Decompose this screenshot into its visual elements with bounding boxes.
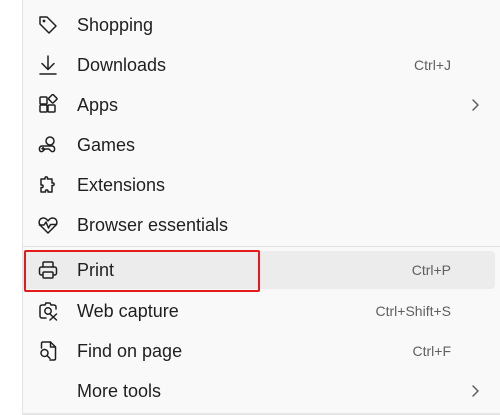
printer-icon [37, 259, 59, 281]
menu-item-apps[interactable]: Apps [23, 85, 500, 125]
menu-item-label: Browser essentials [77, 215, 229, 235]
shortcut-text: Ctrl+Shift+S [375, 303, 451, 319]
puzzle-icon [37, 174, 59, 196]
find-page-icon [37, 340, 59, 362]
menu-item-web-capture[interactable]: Web capture Ctrl+Shift+S [23, 291, 500, 331]
shortcut-text: Ctrl+F [412, 343, 452, 359]
menu-item-label: Games [77, 135, 136, 155]
tag-icon [37, 14, 59, 36]
menu-item-more-tools[interactable]: More tools [23, 371, 500, 411]
menu-item-label: Shopping [77, 15, 154, 35]
menu-divider [23, 246, 500, 247]
menu-item-games[interactable]: Games [23, 125, 500, 165]
shortcut-text: Ctrl+J [414, 57, 451, 73]
menu-item-label: Web capture [77, 301, 179, 321]
chevron-right-icon [469, 97, 481, 113]
heart-pulse-icon [37, 214, 59, 236]
browser-settings-menu: Shopping Downloads Ctrl+J Apps Games Ext… [22, 0, 500, 415]
menu-item-browser-essentials[interactable]: Browser essentials [23, 205, 500, 245]
games-icon [37, 134, 59, 156]
menu-item-find-on-page[interactable]: Find on page Ctrl+F [23, 331, 500, 371]
chevron-right-icon [469, 383, 481, 399]
menu-item-label: More tools [77, 381, 162, 401]
menu-item-label: Print [77, 260, 115, 280]
menu-item-print[interactable]: Print Ctrl+P [23, 250, 500, 290]
menu-item-label: Downloads [77, 55, 167, 75]
web-capture-icon [37, 300, 59, 322]
menu-item-downloads[interactable]: Downloads Ctrl+J [23, 45, 500, 85]
menu-item-label: Find on page [77, 341, 183, 361]
menu-item-shopping[interactable]: Shopping [23, 5, 500, 45]
shortcut-text: Ctrl+P [411, 262, 451, 278]
menu-item-label: Extensions [77, 175, 166, 195]
menu-item-label: Apps [77, 95, 119, 115]
menu-item-extensions[interactable]: Extensions [23, 165, 500, 205]
download-icon [37, 54, 59, 76]
apps-icon [37, 94, 59, 116]
